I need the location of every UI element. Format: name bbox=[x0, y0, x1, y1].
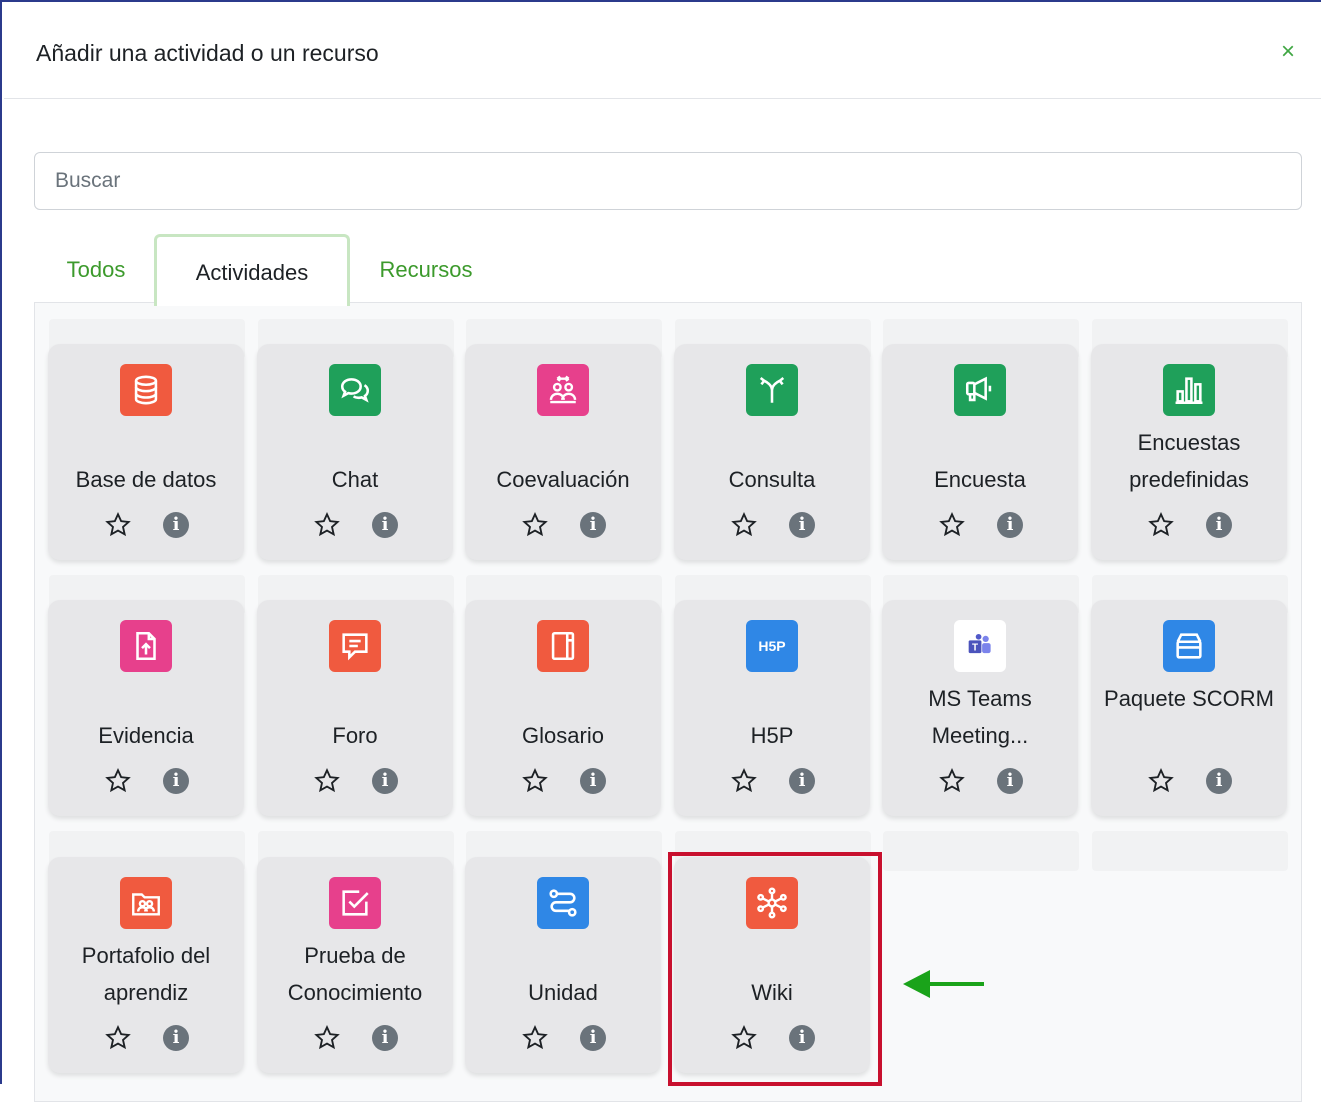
megaphone-icon bbox=[954, 364, 1006, 416]
close-button[interactable]: × bbox=[1281, 40, 1295, 64]
arrow-left-icon bbox=[903, 970, 984, 998]
module-card-encuesta[interactable]: Encuesta i bbox=[882, 344, 1078, 560]
module-label: Foro bbox=[332, 723, 378, 748]
info-icon[interactable]: i bbox=[372, 1025, 398, 1051]
module-label: Glosario bbox=[522, 723, 604, 748]
dialog-title: Añadir una actividad o un recurso bbox=[36, 40, 379, 66]
module-card-ms-teams-meeting[interactable]: T MS Teams Meeting... i bbox=[882, 600, 1078, 816]
info-icon[interactable]: i bbox=[580, 1025, 606, 1051]
info-icon[interactable]: i bbox=[789, 512, 815, 538]
star-icon[interactable] bbox=[1147, 511, 1175, 539]
module-label: Base de datos bbox=[75, 467, 217, 492]
star-icon[interactable] bbox=[730, 1024, 758, 1052]
peer-assessment-icon bbox=[537, 364, 589, 416]
info-icon[interactable]: i bbox=[580, 512, 606, 538]
module-label: Chat bbox=[331, 467, 379, 492]
module-label: Coevaluación bbox=[496, 467, 630, 492]
info-icon[interactable]: i bbox=[997, 512, 1023, 538]
tab-recursos[interactable]: Recursos bbox=[366, 234, 486, 306]
star-icon[interactable] bbox=[104, 1024, 132, 1052]
info-icon[interactable]: i bbox=[1206, 512, 1232, 538]
module-card-base-de-datos[interactable]: Base de datos i bbox=[48, 344, 244, 560]
book-icon bbox=[537, 620, 589, 672]
module-card-paquete-scorm[interactable]: Paquete SCORM i bbox=[1091, 600, 1287, 816]
chat-icon bbox=[329, 364, 381, 416]
info-icon[interactable]: i bbox=[580, 768, 606, 794]
grid-slot bbox=[883, 831, 1079, 871]
info-icon[interactable]: i bbox=[789, 1025, 815, 1051]
module-card-h5p[interactable]: H5P H5P i bbox=[674, 600, 870, 816]
module-label: Consulta bbox=[728, 467, 816, 492]
module-label: Portafolio del aprendiz bbox=[81, 943, 211, 1005]
star-icon[interactable] bbox=[938, 511, 966, 539]
module-label: MS Teams Meeting... bbox=[928, 686, 1032, 748]
star-icon[interactable] bbox=[1147, 767, 1175, 795]
signpost-icon bbox=[746, 364, 798, 416]
grid-slot bbox=[1092, 831, 1288, 871]
wiki-icon bbox=[746, 877, 798, 929]
module-card-encuestas-predefinidas[interactable]: Encuestas predefinidas i bbox=[1091, 344, 1287, 560]
module-label: Wiki bbox=[751, 980, 793, 1005]
star-icon[interactable] bbox=[313, 1024, 341, 1052]
module-card-consulta[interactable]: Consulta i bbox=[674, 344, 870, 560]
star-icon[interactable] bbox=[313, 767, 341, 795]
info-icon[interactable]: i bbox=[1206, 768, 1232, 794]
module-card-prueba-de-conocimiento[interactable]: Prueba de Conocimiento i bbox=[257, 857, 453, 1073]
info-icon[interactable]: i bbox=[372, 768, 398, 794]
module-label: Encuestas predefinidas bbox=[1129, 430, 1249, 492]
quiz-icon bbox=[329, 877, 381, 929]
module-card-chat[interactable]: Chat i bbox=[257, 344, 453, 560]
module-label: H5P bbox=[750, 723, 794, 748]
svg-text:T: T bbox=[972, 643, 978, 654]
module-label: Paquete SCORM bbox=[1104, 686, 1274, 711]
star-icon[interactable] bbox=[938, 767, 966, 795]
info-icon[interactable]: i bbox=[163, 1025, 189, 1051]
info-icon[interactable]: i bbox=[163, 768, 189, 794]
module-label: Unidad bbox=[528, 980, 598, 1005]
database-icon bbox=[120, 364, 172, 416]
svg-text:H5P: H5P bbox=[758, 638, 785, 654]
bar-chart-icon bbox=[1163, 364, 1215, 416]
tab-bar: Todos Actividades Recursos bbox=[34, 234, 1303, 306]
info-icon[interactable]: i bbox=[789, 768, 815, 794]
tab-actividades[interactable]: Actividades bbox=[154, 234, 350, 306]
module-card-glosario[interactable]: Glosario i bbox=[465, 600, 661, 816]
star-icon[interactable] bbox=[521, 511, 549, 539]
module-card-portafolio-del-aprendiz[interactable]: Portafolio del aprendiz i bbox=[48, 857, 244, 1073]
module-card-foro[interactable]: Foro i bbox=[257, 600, 453, 816]
file-upload-icon bbox=[120, 620, 172, 672]
module-card-unidad[interactable]: Unidad i bbox=[465, 857, 661, 1073]
tab-todos[interactable]: Todos bbox=[56, 234, 136, 306]
forum-icon bbox=[329, 620, 381, 672]
dialog-header: Añadir una actividad o un recurso × bbox=[4, 4, 1321, 99]
star-icon[interactable] bbox=[730, 511, 758, 539]
package-icon bbox=[1163, 620, 1215, 672]
route-icon bbox=[537, 877, 589, 929]
module-card-evidencia[interactable]: Evidencia i bbox=[48, 600, 244, 816]
h5p-icon: H5P bbox=[746, 620, 798, 672]
star-icon[interactable] bbox=[104, 511, 132, 539]
info-icon[interactable]: i bbox=[997, 768, 1023, 794]
star-icon[interactable] bbox=[521, 767, 549, 795]
star-icon[interactable] bbox=[730, 767, 758, 795]
portfolio-icon bbox=[120, 877, 172, 929]
star-icon[interactable] bbox=[521, 1024, 549, 1052]
teams-icon: T bbox=[954, 620, 1006, 672]
module-label: Prueba de Conocimiento bbox=[287, 943, 423, 1005]
info-icon[interactable]: i bbox=[163, 512, 189, 538]
search-input[interactable] bbox=[34, 152, 1302, 210]
info-icon[interactable]: i bbox=[372, 512, 398, 538]
module-card-coevaluacion[interactable]: Coevaluación i bbox=[465, 344, 661, 560]
star-icon[interactable] bbox=[313, 511, 341, 539]
star-icon[interactable] bbox=[104, 767, 132, 795]
module-label: Evidencia bbox=[98, 723, 194, 748]
module-label: Encuesta bbox=[934, 467, 1026, 492]
module-card-wiki[interactable]: Wiki i bbox=[674, 857, 870, 1073]
